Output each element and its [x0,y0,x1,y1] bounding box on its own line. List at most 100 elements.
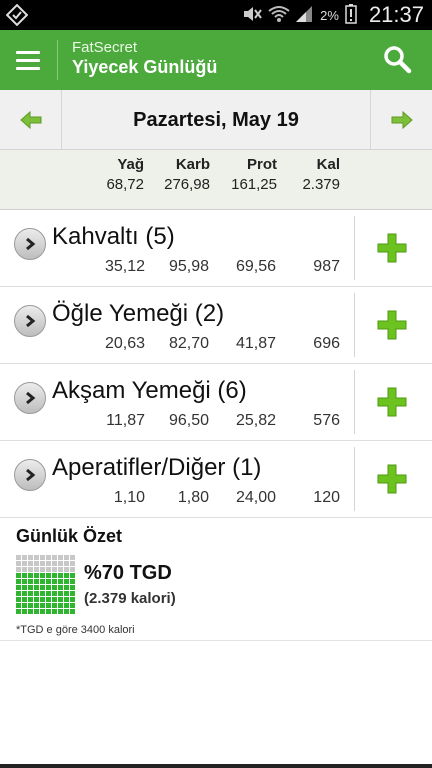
meal-fat: 1,10 [113,489,145,506]
meal-prot: 69,56 [235,258,276,275]
grid-cell-filled [16,597,21,602]
grid-cell-filled [52,579,57,584]
grid-cell-empty [22,555,27,560]
grid-cell-filled [52,585,57,590]
meal-kcal: 120 [313,489,340,506]
grid-cell-filled [34,597,39,602]
rdi-footnote: *TGD e göre 3400 kalori [16,624,135,636]
battery-icon [345,3,357,27]
grid-cell-filled [40,573,45,578]
meal-fat: 35,12 [104,258,145,275]
app-name: FatSecret [72,39,138,56]
grid-cell-empty [70,555,75,560]
grid-cell-filled [22,591,27,596]
grid-cell-filled [70,591,75,596]
nav-bar-edge [0,764,432,768]
arrow-right-icon[interactable] [370,90,432,150]
chevron-right-icon[interactable] [14,228,46,260]
grid-cell-filled [52,603,57,608]
grid-cell-filled [34,603,39,608]
grid-cell-filled [52,591,57,596]
grid-cell-filled [16,609,21,614]
meal-prot: 25,82 [235,412,276,429]
total-kcal: Kal 2.379 [302,156,340,193]
grid-cell-filled [34,609,39,614]
grid-cell-filled [46,597,51,602]
grid-cell-empty [52,567,57,572]
grid-cell-empty [40,561,45,566]
chevron-right-icon[interactable] [14,382,46,414]
meal-fat: 20,63 [104,335,145,352]
grid-cell-filled [52,597,57,602]
grid-cell-empty [52,561,57,566]
grid-cell-empty [58,555,63,560]
daily-totals: Yağ 68,72 Karb 276,98 Prot 161,25 Kal 2.… [0,150,432,210]
add-food-button[interactable] [368,380,416,424]
arrow-left-icon[interactable] [0,90,62,150]
grid-cell-filled [16,603,21,608]
header-fat: Yağ [117,156,144,173]
add-food-button[interactable] [368,226,416,270]
divider [354,370,355,434]
total-prot: Prot 161,25 [231,156,277,193]
meal-name: Akşam Yemeği (6) [52,377,247,404]
meal-carb: 96,50 [168,412,209,429]
plus-icon [377,464,407,494]
grid-cell-filled [64,579,69,584]
divider [354,216,355,280]
grid-cell-filled [34,585,39,590]
meal-kcal: 696 [313,335,340,352]
meal-row-lunch[interactable]: Öğle Yemeği (2) 20,63 82,70 41,87 696 [0,287,432,364]
grid-cell-filled [58,591,63,596]
meal-name: Öğle Yemeği (2) [52,300,225,327]
meal-row-breakfast[interactable]: Kahvaltı (5) 35,12 95,98 69,56 987 [0,210,432,287]
divider [354,293,355,357]
header-carb: Karb [175,156,210,173]
add-food-button[interactable] [368,303,416,347]
meal-row-snacks[interactable]: Aperatifler/Diğer (1) 1,10 1,80 24,00 12… [0,441,432,518]
grid-cell-filled [70,603,75,608]
grid-cell-filled [58,585,63,590]
grid-cell-filled [22,609,27,614]
add-food-button[interactable] [368,457,416,501]
grid-cell-empty [64,555,69,560]
grid-cell-filled [64,597,69,602]
total-carb: Karb 276,98 [164,156,210,193]
meal-name: Kahvaltı (5) [52,223,175,250]
grid-cell-filled [28,585,33,590]
grid-cell-empty [40,567,45,572]
status-bar: 2% 21:37 [0,0,432,30]
meal-row-dinner[interactable]: Akşam Yemeği (6) 11,87 96,50 25,82 576 [0,364,432,441]
grid-cell-filled [70,579,75,584]
chevron-right-icon[interactable] [14,459,46,491]
grid-cell-filled [22,573,27,578]
grid-cell-filled [34,591,39,596]
grid-cell-empty [58,561,63,566]
summary-title: Günlük Özet [16,526,123,546]
grid-cell-empty [34,561,39,566]
grid-cell-filled [16,573,21,578]
grid-cell-empty [46,567,51,572]
grid-cell-filled [16,579,21,584]
grid-cell-filled [40,609,45,614]
meal-carb: 95,98 [168,258,209,275]
rdi-progress-grid [16,555,75,614]
header-kcal: Kal [316,156,340,173]
date-label[interactable]: Pazartesi, May 19 [62,90,370,150]
battery-percent: 2% [320,7,339,23]
grid-cell-empty [22,567,27,572]
menu-icon[interactable] [12,44,44,76]
grid-cell-empty [70,561,75,566]
grid-cell-filled [28,579,33,584]
grid-cell-filled [58,579,63,584]
grid-cell-filled [64,573,69,578]
grid-cell-empty [64,561,69,566]
grid-cell-filled [28,609,33,614]
grid-cell-filled [64,609,69,614]
grid-cell-empty [34,567,39,572]
grid-cell-empty [70,567,75,572]
search-icon[interactable] [382,44,412,74]
chevron-right-icon[interactable] [14,305,46,337]
grid-cell-empty [58,567,63,572]
meal-prot: 24,00 [235,489,276,506]
